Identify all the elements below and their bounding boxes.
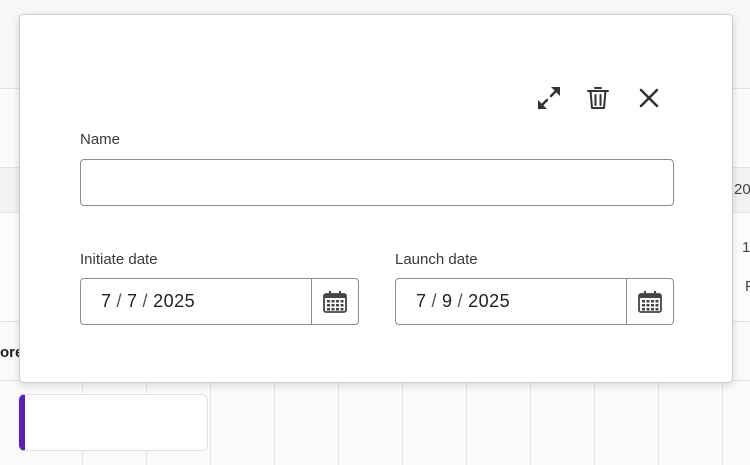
bg-grid-column (594, 380, 595, 465)
edit-popover: Name Initiate date 7 / 7 / 2025 Launch d… (19, 14, 733, 383)
bg-grid-column (274, 380, 275, 465)
close-icon[interactable] (634, 83, 664, 113)
bg-cell-text: F (745, 278, 750, 295)
date-separator: / (457, 291, 464, 311)
initiate-date-field[interactable]: 7 / 7 / 2025 (80, 278, 359, 325)
launch-date-field[interactable]: 7 / 9 / 2025 (395, 278, 674, 325)
date-separator: / (142, 291, 149, 311)
bg-grid-column (722, 380, 723, 465)
initiate-date-value[interactable]: 7 / 7 / 2025 (81, 279, 311, 324)
calendar-icon (323, 290, 347, 313)
trash-icon[interactable] (583, 83, 613, 113)
launch-date-value[interactable]: 7 / 9 / 2025 (396, 279, 626, 324)
initiate-date-year[interactable]: 2025 (153, 291, 195, 312)
bg-cell-text: 1 (742, 239, 750, 256)
bg-grid-column (210, 380, 211, 465)
bg-grid-column (658, 380, 659, 465)
launch-date-label: Launch date (395, 251, 478, 268)
initiate-date-label: Initiate date (80, 251, 158, 268)
launch-date-month[interactable]: 7 (416, 291, 427, 312)
name-input[interactable] (80, 159, 674, 206)
launch-date-day[interactable]: 9 (442, 291, 453, 312)
calendar-icon (638, 290, 662, 313)
bg-grid-column (338, 380, 339, 465)
bg-grid-column (402, 380, 403, 465)
launch-date-calendar-button[interactable] (626, 279, 673, 324)
date-separator: / (116, 291, 123, 311)
name-label: Name (80, 131, 121, 148)
initiate-date-month[interactable]: 7 (101, 291, 112, 312)
bg-grid-column (466, 380, 467, 465)
bg-date-header-text: 20 (734, 181, 750, 198)
timeline-card[interactable] (19, 394, 208, 451)
launch-date-year[interactable]: 2025 (468, 291, 510, 312)
initiate-date-calendar-button[interactable] (311, 279, 358, 324)
bg-grid-column (530, 380, 531, 465)
expand-icon[interactable] (534, 83, 564, 113)
initiate-date-day[interactable]: 7 (127, 291, 138, 312)
date-separator: / (431, 291, 438, 311)
